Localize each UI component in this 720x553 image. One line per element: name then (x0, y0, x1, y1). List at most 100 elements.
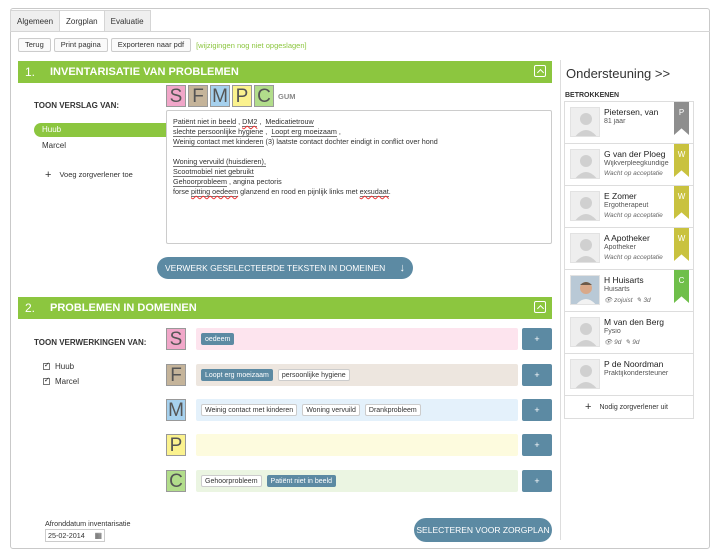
show-processing-label: TOON VERWERKINGEN VAN: (34, 338, 147, 347)
report-text-area[interactable]: Patiënt niet in beeld , DM2 , Medicatiet… (166, 110, 552, 244)
add-domain-item-button[interactable]: + (522, 328, 552, 350)
add-domain-item-button[interactable]: + (522, 364, 552, 386)
support-sidebar: Ondersteuning >> BETROKKENEN Pietersen, … (560, 60, 705, 540)
end-date-input[interactable]: 25-02-2014 ▦ (45, 529, 105, 542)
add-domain-item-button[interactable]: + (522, 470, 552, 492)
person-card[interactable]: Pietersen, van 81 jaar P (565, 102, 693, 144)
pencil-icon: ✎ (636, 297, 642, 304)
text-segment[interactable]: pitting oedeem (190, 187, 239, 197)
end-date-value: 25-02-2014 (48, 531, 85, 540)
collapse-icon[interactable] (534, 65, 546, 77)
add-domain-item-button[interactable]: + (522, 399, 552, 421)
domain-tag[interactable]: Patiënt niet in beeld (266, 475, 337, 487)
collapse-icon[interactable] (534, 301, 546, 313)
domain-tags: oedeem (196, 328, 518, 350)
person-role: Fysio (604, 328, 621, 335)
role-badge: C (674, 270, 689, 303)
domain-tags: Gehoorprobleem Patiënt niet in beeld (196, 470, 518, 492)
tab-algemeen[interactable]: Algemeen (10, 10, 61, 32)
letter-c-button[interactable]: C (254, 85, 274, 107)
domain-letter: F (166, 364, 186, 386)
person-card[interactable]: E Zomer Ergotherapeut Wacht op acceptati… (565, 186, 693, 228)
plus-icon: + (585, 401, 592, 413)
text-segment[interactable]: Patiënt niet in beeld (173, 117, 237, 127)
domain-letter: S (166, 328, 186, 350)
person-card[interactable]: H Huisarts Huisarts 👁 zojuist ✎ 3d C (565, 270, 693, 312)
person-role: 81 jaar (604, 118, 626, 125)
role-badge: P (674, 102, 689, 135)
text-segment[interactable]: DM2 (242, 117, 258, 127)
checkbox-icon[interactable] (43, 361, 50, 370)
add-caregiver-label: Voeg zorgverlener toe (59, 170, 133, 179)
role-badge: W (674, 144, 689, 177)
reporter-marcel[interactable]: Marcel (42, 141, 66, 150)
domain-tag[interactable]: Loopt erg moeizaam (201, 369, 273, 381)
select-for-careplan-button[interactable]: SELECTEREN VOOR ZORGPLAN (414, 518, 552, 542)
person-name: A Apotheker (604, 233, 650, 243)
eye-icon: 👁 (604, 297, 613, 304)
print-button[interactable]: Print pagina (53, 38, 108, 52)
checkbox-huub[interactable]: Huub (43, 361, 74, 371)
text-segment: . (388, 187, 391, 196)
checkbox-icon[interactable] (43, 376, 50, 385)
domain-tag[interactable]: Weinig contact met kinderen (201, 404, 298, 416)
domain-letter-buttons: S F M P C GUM (166, 85, 296, 107)
person-card[interactable]: G van der Ploeg Wijkverpleegkundige Wach… (565, 144, 693, 186)
person-card[interactable]: A Apotheker Apotheker Wacht op acceptati… (565, 228, 693, 270)
back-button[interactable]: Terug (18, 38, 51, 52)
people-list: Pietersen, van 81 jaar P G van der Ploeg… (564, 101, 694, 419)
calendar-icon[interactable]: ▦ (94, 530, 102, 541)
domain-letter: C (166, 470, 186, 492)
tab-divider (10, 31, 710, 32)
person-status: Wacht op acceptatie (604, 254, 663, 261)
text-segment[interactable]: Scootmobiel niet gebruikt (173, 167, 254, 177)
domain-tag[interactable]: oedeem (201, 333, 235, 345)
person-name: P de Noordman (604, 359, 664, 369)
text-segment[interactable]: Woning vervuild (huisdieren), (173, 157, 266, 167)
reporter-huub[interactable]: Huub (34, 123, 166, 137)
section2-header[interactable]: 2. PROBLEMEN IN DOMEINEN (18, 297, 552, 319)
tab-zorgplan[interactable]: Zorgplan (59, 10, 105, 32)
process-texts-label: VERWERK GESELECTEERDE TEKSTEN IN DOMEINE… (165, 263, 386, 273)
letter-m-button[interactable]: M (210, 85, 230, 107)
letter-f-button[interactable]: F (188, 85, 208, 107)
add-caregiver-button[interactable]: + Voeg zorgverlener toe (45, 169, 133, 181)
letter-p-button[interactable]: P (232, 85, 252, 107)
person-activity: 👁 9d ✎ 9d (604, 338, 639, 346)
sidebar-title[interactable]: Ondersteuning >> (566, 66, 670, 81)
section1-title: INVENTARISATIE VAN PROBLEMEN (50, 66, 239, 78)
text-segment[interactable]: Weinig contact met kinderen (173, 137, 264, 147)
sidebar-subtitle: BETROKKENEN (565, 92, 620, 99)
person-card[interactable]: P de Noordman Praktijkondersteuner (565, 354, 693, 396)
domain-tag[interactable]: Woning vervuild (302, 404, 360, 416)
show-report-label: TOON VERSLAG VAN: (34, 101, 120, 110)
person-status: Wacht op acceptatie (604, 170, 663, 177)
checkbox-marcel[interactable]: Marcel (43, 376, 79, 386)
tab-evaluatie[interactable]: Evaluatie (103, 10, 151, 32)
person-card[interactable]: M van den Berg Fysio 👁 9d ✎ 9d (565, 312, 693, 354)
export-pdf-button[interactable]: Exporteren naar pdf (110, 38, 192, 52)
text-segment: forse (173, 187, 191, 196)
avatar (570, 317, 600, 347)
section2-title: PROBLEMEN IN DOMEINEN (50, 302, 197, 314)
domain-tags: Weinig contact met kinderen Woning vervu… (196, 399, 518, 421)
person-role: Wijkverpleegkundige (604, 160, 669, 167)
letter-s-button[interactable]: S (166, 85, 186, 107)
section2-number: 2. (25, 301, 36, 315)
invite-caregiver-button[interactable]: + Nodig zorgverlener uit (565, 396, 693, 418)
add-domain-item-button[interactable]: + (522, 434, 552, 456)
person-role: Huisarts (604, 286, 630, 293)
text-segment[interactable]: exsudaat (359, 187, 389, 197)
eraser-button[interactable]: GUM (278, 92, 296, 101)
text-segment[interactable]: Medicatietrouw (265, 117, 314, 127)
process-texts-button[interactable]: VERWERK GESELECTEERDE TEKSTEN IN DOMEINE… (157, 257, 413, 279)
domain-tag[interactable]: Gehoorprobleem (201, 475, 262, 487)
domain-tag[interactable]: Drankprobleem (364, 404, 421, 416)
text-segment[interactable]: slechte persoonlijke hygiene (173, 127, 264, 137)
text-segment[interactable]: Loopt erg moeizaam (271, 127, 337, 137)
person-role: Apotheker (604, 244, 636, 251)
text-segment[interactable]: Gehoorprobleem (173, 177, 227, 187)
domain-tag[interactable]: persoonlijke hygiene (277, 369, 350, 381)
plus-icon: + (45, 169, 52, 181)
section1-header[interactable]: 1. INVENTARISATIE VAN PROBLEMEN (18, 61, 552, 83)
